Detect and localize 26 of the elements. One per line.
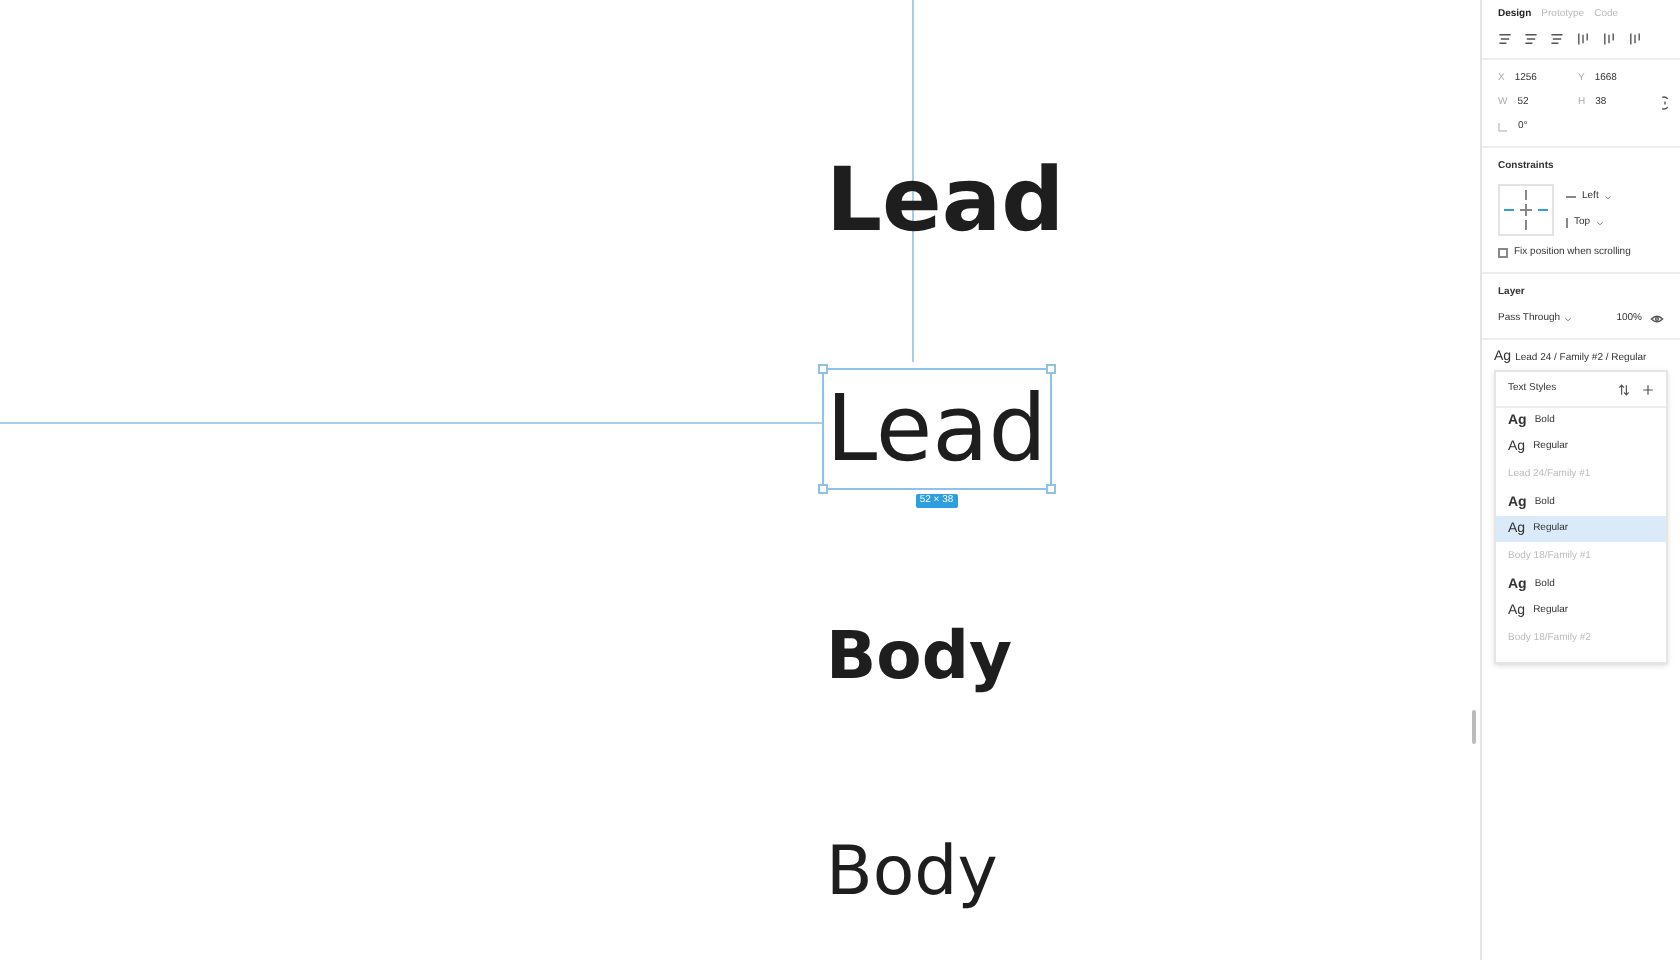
plus-icon[interactable] <box>1642 383 1654 395</box>
chevron-down-icon[interactable] <box>1596 219 1605 227</box>
align-icon[interactable] <box>1524 32 1538 46</box>
constrain-proportions-icon[interactable] <box>1658 96 1672 110</box>
canvas-text[interactable]: Lead <box>826 150 1065 252</box>
align-icon[interactable] <box>1498 32 1512 46</box>
horizontal-line-icon <box>1566 196 1576 198</box>
align-icon[interactable] <box>1576 32 1590 46</box>
align-icon[interactable] <box>1550 32 1564 46</box>
resize-handle[interactable] <box>1045 364 1056 374</box>
canvas-text[interactable]: Body <box>826 616 1012 694</box>
vertical-line-icon <box>1566 218 1568 228</box>
constraints-widget[interactable] <box>1498 184 1554 236</box>
canvas-text[interactable]: Body <box>826 832 998 912</box>
angle-icon <box>1498 122 1508 132</box>
eye-icon[interactable] <box>1650 312 1664 326</box>
align-icon[interactable] <box>1602 32 1616 46</box>
scrollbar[interactable] <box>1472 710 1476 744</box>
align-icon[interactable] <box>1628 32 1642 46</box>
resize-handle[interactable] <box>818 484 828 494</box>
resize-handle[interactable] <box>1045 484 1056 494</box>
sort-icon[interactable] <box>1618 383 1630 395</box>
checkbox[interactable] <box>1498 248 1508 258</box>
chevron-down-icon[interactable] <box>1564 315 1573 323</box>
chevron-down-icon[interactable] <box>1604 193 1613 201</box>
resize-handle[interactable] <box>818 364 828 374</box>
